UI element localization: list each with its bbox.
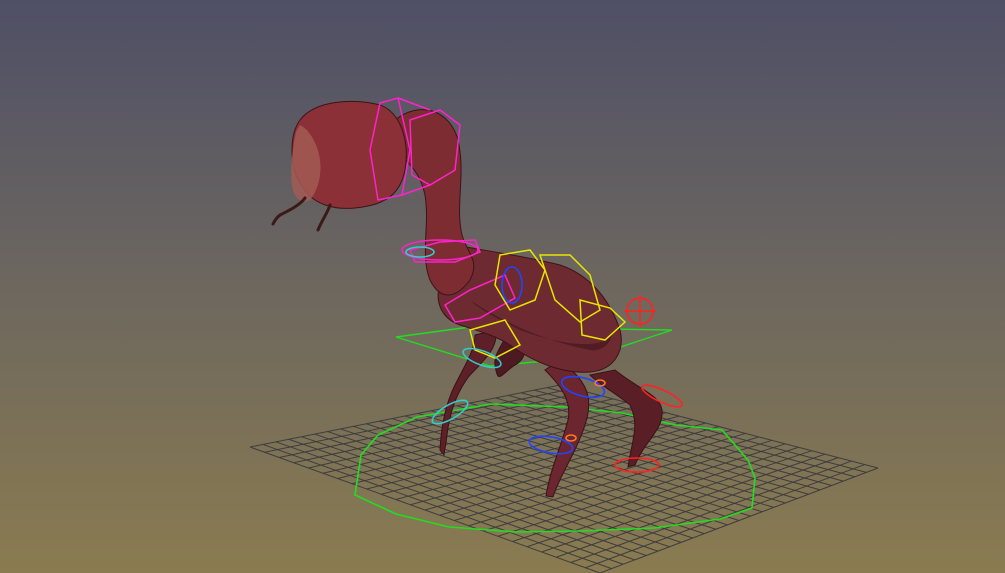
- creature-mesh[interactable]: [271, 100, 663, 498]
- grid-line: [526, 450, 812, 548]
- grid-line: [546, 387, 867, 473]
- crosshair-circle-icon[interactable]: [624, 295, 656, 327]
- ground-grid: [249, 384, 879, 573]
- scene-svg: [249, 97, 879, 573]
- mouth-tendril-right: [316, 203, 332, 232]
- viewport-3d[interactable]: [0, 0, 1005, 573]
- grid-line: [541, 453, 826, 553]
- mouth-tendril-left: [271, 196, 307, 226]
- back-left-leg: [544, 359, 590, 498]
- grid-line: [559, 384, 879, 469]
